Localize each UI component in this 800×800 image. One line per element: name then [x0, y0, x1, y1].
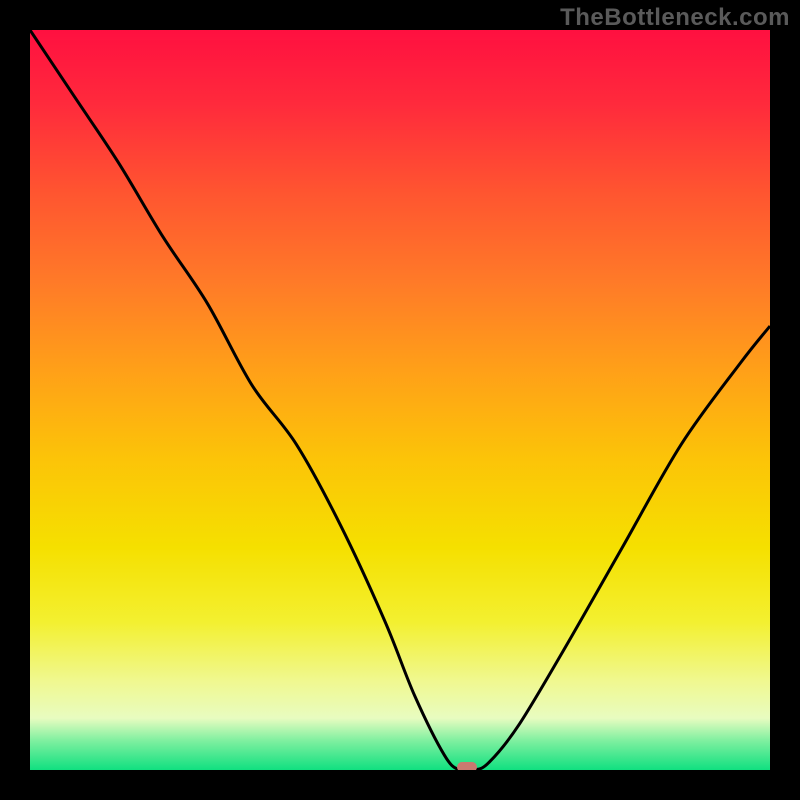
attribution-text: TheBottleneck.com [560, 4, 790, 32]
optimum-marker [457, 762, 477, 770]
bottleneck-curve [30, 30, 770, 770]
